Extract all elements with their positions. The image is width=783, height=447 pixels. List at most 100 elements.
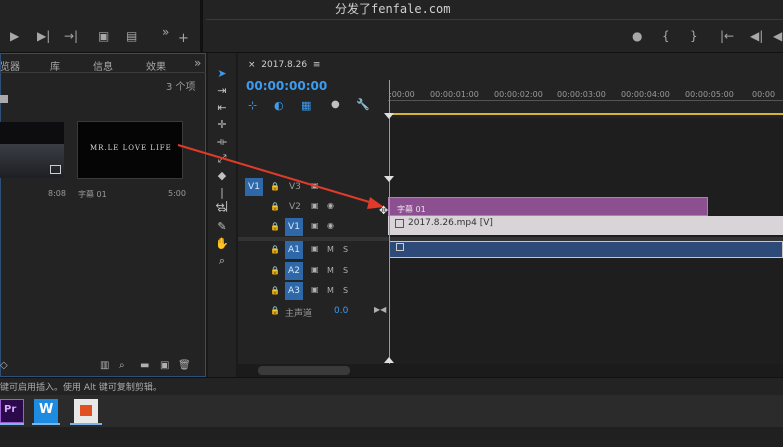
mute-button[interactable]: M <box>327 266 334 275</box>
track-target-v1[interactable]: V1 <box>285 218 303 236</box>
playhead-bottom-marker[interactable] <box>384 357 394 363</box>
playhead-top-marker[interactable] <box>384 113 394 119</box>
eye-icon[interactable]: ◉ <box>327 201 334 210</box>
step-back-icon[interactable]: ◀| <box>750 29 763 43</box>
ruler-tick: 00:00:01:00 <box>430 90 479 99</box>
ruler-tick: 00:00:02:00 <box>494 90 543 99</box>
step-forward-icon[interactable]: ▶| <box>37 29 50 43</box>
insert-icon[interactable]: ▣ <box>98 29 109 43</box>
add-marker-icon[interactable]: ● <box>331 99 340 110</box>
sync-lock-icon[interactable]: ▣ <box>311 285 319 294</box>
more-tabs-icon[interactable]: » <box>194 56 201 70</box>
lock-icon[interactable]: 🔒 <box>270 222 280 231</box>
lock-icon[interactable]: 🔒 <box>270 182 280 191</box>
list-view-icon[interactable]: ◇ <box>0 360 8 371</box>
work-area-bar[interactable] <box>390 113 783 115</box>
audio-clip[interactable] <box>389 241 783 258</box>
clear-icon[interactable]: 🗑 <box>178 360 191 371</box>
go-to-end-icon[interactable]: ▶◀ <box>374 305 386 314</box>
sync-lock-icon[interactable]: ▣ <box>311 221 319 230</box>
sequence-tab[interactable]: × 2017.8.26 ≡ <box>248 60 320 70</box>
find-icon[interactable]: ⌕ <box>119 360 125 371</box>
snap-icon[interactable]: ◐ <box>274 99 284 112</box>
solo-button[interactable]: S <box>343 245 348 254</box>
mark-in-icon[interactable]: { <box>662 29 670 43</box>
rate-stretch-icon[interactable]: ⤢ <box>214 152 230 166</box>
zoom-icon[interactable]: ⌕ <box>214 254 230 268</box>
track-select-back-icon[interactable]: ⇤ <box>214 101 230 114</box>
active-indicator <box>70 423 102 425</box>
caption-clip-label: 字幕 01 <box>397 205 426 214</box>
marker-icon[interactable]: ● <box>632 29 642 43</box>
sync-lock-icon[interactable]: ▣ <box>311 201 319 210</box>
tab-info[interactable]: 信息 <box>93 58 113 73</box>
fx-badge-icon <box>396 243 404 251</box>
slide-icon[interactable]: ⇔ <box>214 203 230 216</box>
taskbar-slides-icon[interactable] <box>74 399 98 423</box>
master-level[interactable]: 0.0 <box>334 306 348 316</box>
hand-icon[interactable]: ✋ <box>214 237 230 250</box>
sync-lock-icon[interactable]: ▣ <box>311 265 319 274</box>
ruler-tick: 00:00:04:00 <box>621 90 670 99</box>
playhead-timecode[interactable]: 00:00:00:00 <box>246 79 327 93</box>
rewind-icon[interactable]: ◀ <box>773 29 782 43</box>
watermark: 分发了fenfale.com <box>335 2 451 16</box>
sync-lock-icon[interactable]: ▣ <box>311 244 319 253</box>
solo-button[interactable]: S <box>343 286 348 295</box>
rolling-edit-icon[interactable]: ⟛ <box>214 135 230 149</box>
lock-icon[interactable]: 🔒 <box>270 202 280 211</box>
item-count: 3 个项 <box>166 82 196 93</box>
tab-library[interactable]: 库 <box>50 58 60 73</box>
pen-icon[interactable]: ✎ <box>214 220 230 233</box>
add-button-icon[interactable]: + <box>178 31 189 46</box>
more-icon[interactable]: » <box>162 25 169 39</box>
eye-icon[interactable]: ◉ <box>327 221 334 230</box>
ruler-tick: :00:00 <box>389 90 415 99</box>
sync-lock-icon[interactable]: ▣ <box>311 181 319 190</box>
tab-effects[interactable]: 效果 <box>146 58 166 73</box>
lock-icon[interactable]: 🔒 <box>270 266 280 275</box>
ruler-tick: 00:00 <box>752 90 776 99</box>
new-bin-icon[interactable]: ▬ <box>140 360 149 371</box>
lock-icon[interactable]: 🔒 <box>270 306 280 315</box>
linked-selection-icon[interactable]: ▦ <box>301 99 311 112</box>
scrollbar-thumb[interactable] <box>258 366 350 375</box>
go-to-out-icon[interactable]: →| <box>64 29 78 43</box>
automate-icon[interactable]: ▥ <box>100 360 109 371</box>
overwrite-icon[interactable]: ▤ <box>126 29 137 43</box>
source-patch-v1[interactable]: V1 <box>245 178 263 196</box>
go-to-in-icon[interactable]: |← <box>720 29 734 43</box>
new-item-icon[interactable]: ▣ <box>160 360 169 371</box>
premiere-label: Pr <box>4 404 17 415</box>
playhead[interactable] <box>389 80 390 365</box>
bin-icon[interactable] <box>0 95 8 103</box>
panel-menu-icon[interactable]: ≡ <box>313 60 321 70</box>
time-ruler[interactable] <box>388 100 783 101</box>
mute-button[interactable]: M <box>327 245 334 254</box>
taskbar-premiere-icon[interactable]: Pr <box>0 399 24 423</box>
track-select-icon[interactable]: ⇥ <box>214 84 230 97</box>
tab-browser[interactable]: 览器 <box>0 58 20 73</box>
settings-wrench-icon[interactable]: 🔧 <box>356 98 370 111</box>
razor-icon[interactable]: ◆ <box>214 169 230 182</box>
solo-button[interactable]: S <box>343 266 348 275</box>
mute-button[interactable]: M <box>327 286 334 295</box>
track-target-a2[interactable]: A2 <box>285 262 303 280</box>
close-icon[interactable]: × <box>248 60 256 70</box>
lock-icon[interactable]: 🔒 <box>270 286 280 295</box>
clip-duration: 8:08 <box>48 189 66 198</box>
track-target-a3[interactable]: A3 <box>285 282 303 300</box>
nest-icon[interactable]: ⊹ <box>248 99 257 112</box>
selection-tool-icon[interactable]: ➤ <box>214 67 230 80</box>
caption-clip[interactable] <box>388 197 708 216</box>
track-label-v3: V3 <box>289 182 301 192</box>
clip-duration: 5:00 <box>168 189 186 198</box>
play-icon[interactable]: ▶ <box>10 29 19 43</box>
taskbar-wps-icon[interactable]: W <box>34 399 58 423</box>
playhead-marker[interactable] <box>384 176 394 182</box>
track-target-a1[interactable]: A1 <box>285 241 303 259</box>
lock-icon[interactable]: 🔒 <box>270 245 280 254</box>
mark-out-icon[interactable]: } <box>690 29 698 43</box>
title-preview-text: MR.LE LOVE LIFE <box>90 144 172 152</box>
ripple-edit-icon[interactable]: ✛ <box>214 118 230 131</box>
